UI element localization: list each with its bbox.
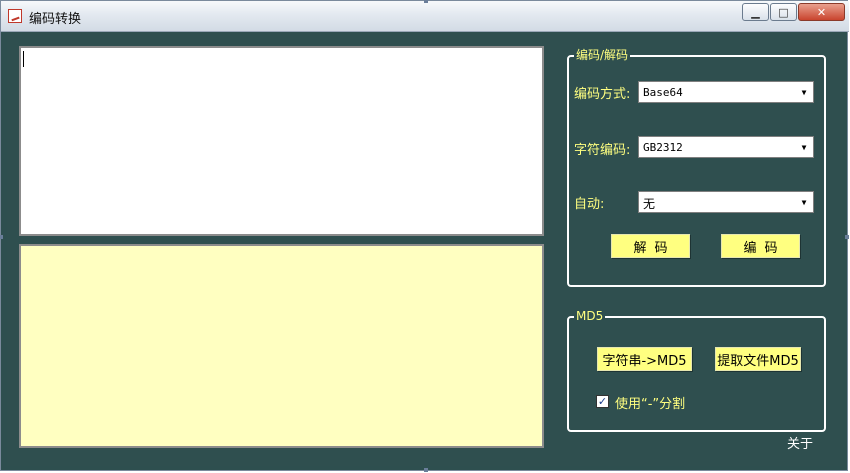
minimize-icon: ▁ [751, 5, 760, 19]
charset-value: GB2312 [643, 141, 683, 154]
md5-group: MD5 字符串->MD5 提取文件MD5 ✓ 使用“-”分割 [567, 308, 826, 432]
charset-select[interactable]: GB2312 ▼ [638, 136, 814, 158]
app-window: 编码转换 ▁ □ ✕ 编码/解码 编码方式: Base64 ▼ 字符编码: GB… [0, 0, 849, 472]
charset-label: 字符编码: [574, 143, 631, 158]
maximize-button[interactable]: □ [770, 3, 797, 21]
resize-handle-left[interactable] [0, 235, 3, 239]
window-controls: ▁ □ ✕ [741, 3, 845, 21]
client-area: 编码/解码 编码方式: Base64 ▼ 字符编码: GB2312 ▼ 自动: … [7, 32, 843, 466]
chevron-down-icon[interactable]: ▼ [795, 192, 813, 212]
resize-handle-bottom[interactable] [424, 468, 428, 472]
output-textarea[interactable] [19, 244, 544, 448]
title-bar: 编码转换 ▁ □ ✕ [1, 1, 849, 32]
close-button[interactable]: ✕ [798, 3, 845, 21]
use-dash-checkbox[interactable]: ✓ [596, 395, 609, 408]
input-textarea[interactable] [19, 46, 544, 236]
close-icon: ✕ [816, 5, 827, 19]
encode-decode-group-label: 编码/解码 [574, 47, 631, 63]
encode-button[interactable]: 编码 [721, 234, 800, 258]
maximize-icon: □ [778, 5, 789, 19]
window-title: 编码转换 [29, 12, 82, 27]
auto-label: 自动: [574, 197, 605, 212]
resize-handle-right[interactable] [845, 235, 849, 239]
use-dash-label: 使用“-”分割 [615, 397, 686, 412]
encode-decode-group: 编码/解码 编码方式: Base64 ▼ 字符编码: GB2312 ▼ 自动: … [567, 47, 826, 287]
minimize-button[interactable]: ▁ [742, 3, 769, 21]
auto-select[interactable]: 无 ▼ [638, 191, 814, 213]
chevron-down-icon[interactable]: ▼ [795, 137, 813, 157]
text-caret [23, 51, 24, 67]
app-icon [8, 9, 22, 23]
file-md5-button[interactable]: 提取文件MD5 [715, 347, 801, 371]
encoding-method-select[interactable]: Base64 ▼ [638, 81, 814, 103]
md5-group-label: MD5 [574, 308, 606, 324]
resize-handle-top[interactable] [424, 0, 428, 3]
decode-button[interactable]: 解码 [611, 234, 690, 258]
checkmark-icon: ✓ [597, 395, 608, 408]
string-md5-button[interactable]: 字符串->MD5 [597, 347, 692, 371]
chevron-down-icon[interactable]: ▼ [795, 82, 813, 102]
about-link[interactable]: 关于 [787, 433, 813, 452]
encoding-method-value: Base64 [643, 86, 683, 99]
encoding-method-label: 编码方式: [574, 87, 631, 102]
auto-value: 无 [643, 197, 656, 211]
